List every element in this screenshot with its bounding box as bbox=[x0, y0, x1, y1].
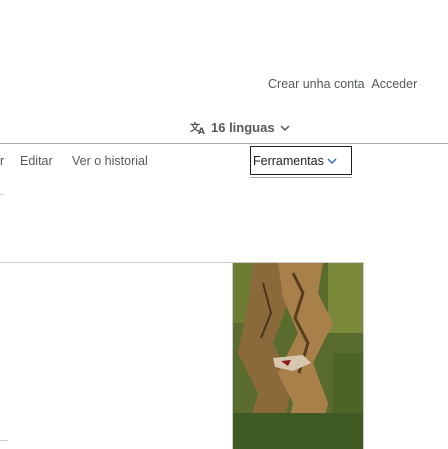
side-tick-bottom bbox=[0, 440, 8, 441]
tab-history[interactable]: Ver o historial bbox=[72, 154, 148, 168]
page-actions-tabs: r Editar Ver o historial bbox=[0, 146, 448, 176]
tools-underline bbox=[250, 177, 352, 178]
tabs-divider bbox=[0, 143, 448, 144]
tools-dropdown-label: Ferramentas bbox=[253, 153, 324, 168]
svg-text:A: A bbox=[198, 127, 205, 135]
content-divider bbox=[0, 262, 232, 263]
article-image[interactable] bbox=[232, 262, 364, 449]
chevron-down-icon bbox=[324, 152, 337, 170]
tab-edit[interactable]: Editar bbox=[20, 154, 53, 168]
login-link[interactable]: Acceder bbox=[371, 77, 417, 91]
tab-read[interactable]: r bbox=[0, 154, 4, 168]
chevron-down-icon bbox=[280, 124, 290, 132]
side-tick bbox=[0, 194, 4, 195]
language-button-label: 16 linguas bbox=[211, 120, 275, 135]
user-links: Crear unha conta Acceder bbox=[268, 77, 448, 91]
translate-icon: 文 A bbox=[190, 121, 206, 135]
create-account-link[interactable]: Crear unha conta bbox=[268, 77, 365, 91]
tools-dropdown[interactable]: Ferramentas bbox=[250, 146, 352, 175]
language-button[interactable]: 文 A 16 linguas bbox=[190, 120, 290, 135]
